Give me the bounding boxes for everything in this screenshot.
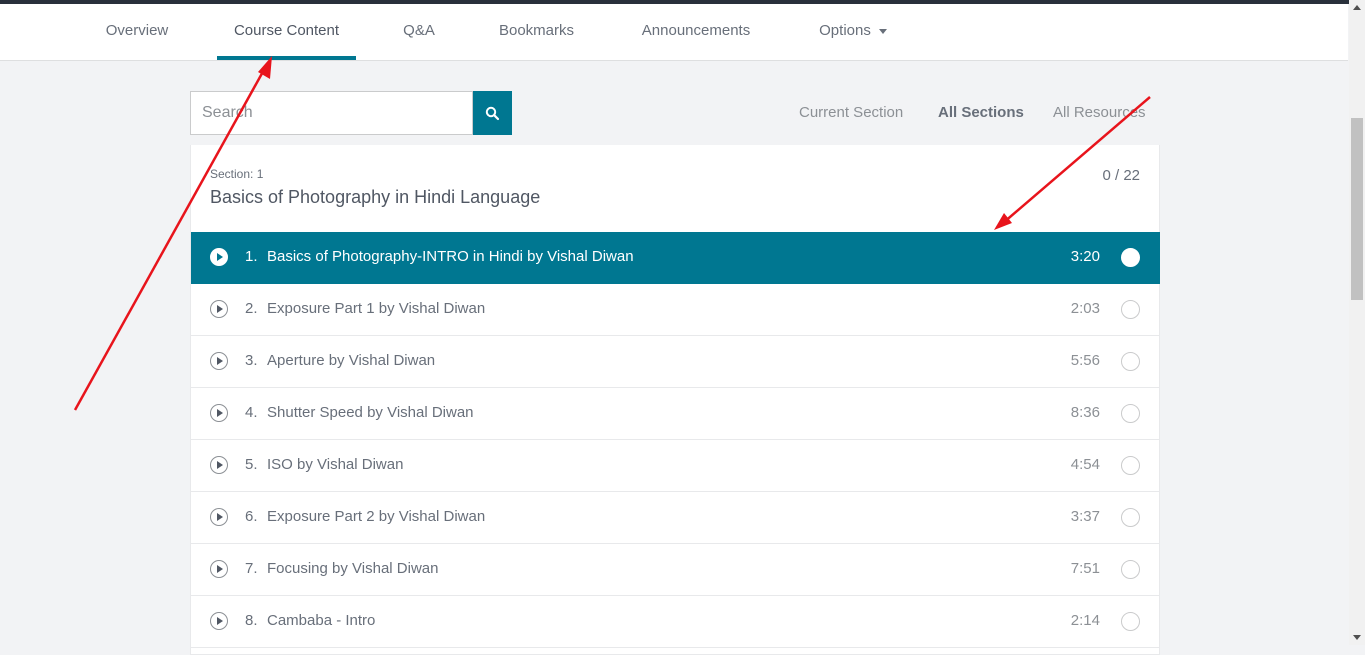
completion-checkbox[interactable]	[1121, 248, 1140, 267]
completion-checkbox[interactable]	[1121, 508, 1140, 527]
lecture-item[interactable]: 2. Exposure Part 1 by Vishal Diwan 2:03	[191, 284, 1160, 336]
lecture-duration: 4:54	[1070, 456, 1100, 473]
tab-course-content[interactable]: Course Content	[217, 4, 356, 60]
play-icon	[210, 560, 228, 578]
lecture-title: Basics of Photography-INTRO in Hindi by …	[267, 248, 634, 265]
section-title: Basics of Photography in Hindi Language	[210, 187, 541, 207]
completion-checkbox[interactable]	[1121, 352, 1140, 371]
lecture-title: Focusing by Vishal Diwan	[267, 560, 439, 577]
section-progress-count: 0 / 22	[1102, 167, 1140, 184]
lecture-item[interactable]: 3. Aperture by Vishal Diwan 5:56	[191, 336, 1160, 388]
tab-announcements[interactable]: Announcements	[631, 4, 761, 60]
completion-checkbox[interactable]	[1121, 612, 1140, 631]
lecture-title: Shutter Speed by Vishal Diwan	[267, 404, 474, 421]
scroll-down-arrow-icon[interactable]	[1353, 635, 1361, 640]
lecture-number: 4.	[245, 404, 258, 421]
tab-overview[interactable]: Overview	[97, 4, 177, 60]
lecture-title: Aperture by Vishal Diwan	[267, 352, 436, 369]
lecture-title: Exposure Part 2 by Vishal Diwan	[267, 508, 486, 525]
play-icon	[210, 300, 228, 318]
search-icon	[485, 106, 500, 121]
filter-all-resources[interactable]: All Resources	[1053, 104, 1146, 121]
search-input[interactable]	[191, 92, 472, 134]
lecture-title: Cambaba - Intro	[267, 612, 376, 629]
lecture-number: 8.	[245, 612, 258, 629]
completion-checkbox[interactable]	[1121, 300, 1140, 319]
completion-checkbox[interactable]	[1121, 560, 1140, 579]
lecture-duration: 2:14	[1070, 612, 1100, 629]
lecture-number: 2.	[245, 300, 258, 317]
play-icon	[210, 508, 228, 526]
tab-options[interactable]: Options	[808, 4, 898, 60]
lecture-number: 3.	[245, 352, 258, 369]
lecture-item[interactable]: 4. Shutter Speed by Vishal Diwan 8:36	[191, 388, 1160, 440]
completion-checkbox[interactable]	[1121, 404, 1140, 423]
vertical-scrollbar[interactable]	[1349, 0, 1365, 645]
lecture-item[interactable]: 7. Focusing by Vishal Diwan 7:51	[191, 544, 1160, 596]
lecture-list: 1. Basics of Photography-INTRO in Hindi …	[191, 232, 1160, 648]
completion-checkbox[interactable]	[1121, 456, 1140, 475]
lecture-duration: 7:51	[1070, 560, 1100, 577]
curriculum-panel: Section: 1 Basics of Photography in Hind…	[190, 145, 1160, 655]
section-number: Section: 1	[210, 167, 264, 181]
lecture-duration: 3:20	[1070, 248, 1100, 265]
tab-bookmarks[interactable]: Bookmarks	[490, 4, 583, 60]
lecture-item[interactable]: 5. ISO by Vishal Diwan 4:54	[191, 440, 1160, 492]
lecture-item[interactable]: 6. Exposure Part 2 by Vishal Diwan 3:37	[191, 492, 1160, 544]
play-icon	[210, 248, 228, 266]
lecture-duration: 8:36	[1070, 404, 1100, 421]
lecture-number: 7.	[245, 560, 258, 577]
play-icon	[210, 612, 228, 630]
tab-options-label: Options	[819, 22, 871, 39]
filter-all-sections[interactable]: All Sections	[938, 104, 1024, 121]
caret-down-icon	[878, 28, 887, 34]
tab-qa[interactable]: Q&A	[396, 4, 442, 60]
filter-current-section[interactable]: Current Section	[799, 104, 903, 121]
lecture-number: 5.	[245, 456, 258, 473]
search-box	[190, 91, 473, 135]
scroll-up-arrow-icon[interactable]	[1353, 5, 1361, 10]
search-button[interactable]	[473, 91, 512, 135]
course-tabs-bar: Overview Course Content Q&A Bookmarks An…	[0, 4, 1348, 61]
lecture-title: Exposure Part 1 by Vishal Diwan	[267, 300, 486, 317]
play-icon	[210, 456, 228, 474]
lecture-number: 6.	[245, 508, 258, 525]
lecture-duration: 5:56	[1070, 352, 1100, 369]
lecture-item[interactable]: 8. Cambaba - Intro 2:14	[191, 596, 1160, 648]
lecture-number: 1.	[245, 248, 258, 265]
play-icon	[210, 404, 228, 422]
lecture-duration: 2:03	[1070, 300, 1100, 317]
scrollbar-thumb[interactable]	[1351, 118, 1363, 300]
lecture-duration: 3:37	[1070, 508, 1100, 525]
play-icon	[210, 352, 228, 370]
lecture-title: ISO by Vishal Diwan	[267, 456, 404, 473]
lecture-item-current[interactable]: 1. Basics of Photography-INTRO in Hindi …	[191, 232, 1160, 284]
